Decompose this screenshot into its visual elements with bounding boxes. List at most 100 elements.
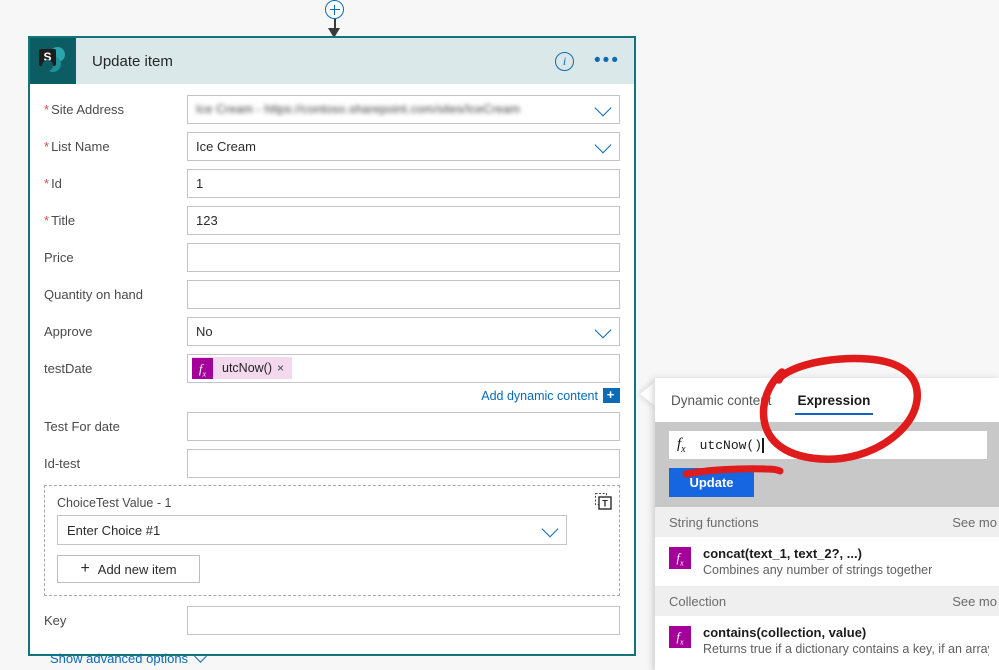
function-item-concat[interactable]: fx concat(text_1, text_2?, ...) Combines… xyxy=(655,537,999,586)
panel-tabs: Dynamic content Expression xyxy=(655,378,999,422)
expression-token[interactable]: fx utcNow() × xyxy=(192,357,293,379)
see-more-link[interactable]: See mo xyxy=(952,594,999,609)
text-mode-icon[interactable]: T xyxy=(595,493,612,510)
add-dynamic-content-row: Add dynamic content + xyxy=(44,388,620,403)
approve-value: No xyxy=(196,323,213,339)
required-marker: * xyxy=(44,212,50,228)
update-item-action-card: S Update item i ••• * Site Address Ice Cr… xyxy=(28,36,636,666)
update-button[interactable]: Update xyxy=(669,468,754,497)
test-for-date-input[interactable] xyxy=(187,411,620,441)
chevron-down-icon[interactable] xyxy=(594,99,612,117)
see-more-link[interactable]: See mo xyxy=(952,515,999,530)
add-new-item-button[interactable]: + Add new item xyxy=(57,555,200,583)
function-description: Combines any number of strings together xyxy=(703,563,933,577)
field-label-site-address: * Site Address xyxy=(44,101,125,117)
function-description: Returns true if a dictionary contains a … xyxy=(703,642,989,656)
site-address-dropdown[interactable]: Ice Cream - https://contoso.sharepoint.c… xyxy=(187,94,620,124)
field-row-testdate: testDate fx utcNow() × xyxy=(44,353,620,383)
section-title: String functions xyxy=(669,514,759,530)
field-row-test-for-date: Test For date xyxy=(44,411,620,441)
field-label-key: Key xyxy=(44,612,67,628)
logo-circle-small xyxy=(42,60,53,71)
fx-icon: fx xyxy=(677,435,686,455)
tab-dynamic-content[interactable]: Dynamic content xyxy=(671,378,772,422)
choicetest-select[interactable]: Enter Choice #1 xyxy=(57,515,567,545)
add-dynamic-content-link[interactable]: Add dynamic content xyxy=(481,389,598,403)
chevron-down-icon[interactable] xyxy=(541,520,559,538)
card-title: Update item xyxy=(92,52,173,70)
fx-icon: fx xyxy=(669,547,691,569)
card-body: * Site Address Ice Cream - https://contos… xyxy=(30,84,634,666)
field-row-price: Price xyxy=(44,242,620,272)
function-item-contains[interactable]: fx contains(collection, value) Returns t… xyxy=(655,616,999,665)
function-signature: contains(collection, value) xyxy=(703,625,867,640)
field-label-price: Price xyxy=(44,249,74,265)
panel-pointer xyxy=(640,381,656,407)
add-dynamic-content-plus-icon[interactable]: + xyxy=(603,388,620,403)
function-text: concat(text_1, text_2?, ...) Combines an… xyxy=(703,546,932,577)
sharepoint-logo-icon: S xyxy=(30,38,76,84)
site-address-value: Ice Cream - https://contoso.sharepoint.c… xyxy=(196,102,521,116)
field-row-key: Key xyxy=(44,605,620,635)
expression-value: utcNow() xyxy=(699,437,763,453)
show-advanced-options-row[interactable]: Show advanced options xyxy=(50,650,620,666)
field-row-id: * Id 1 xyxy=(44,168,620,198)
field-label-title: * Title xyxy=(44,212,76,228)
title-input[interactable]: 123 xyxy=(187,205,620,235)
field-label-list-name: * List Name xyxy=(44,138,110,154)
approve-dropdown[interactable]: No xyxy=(187,316,620,346)
price-input[interactable] xyxy=(187,242,620,272)
remove-token-icon[interactable]: × xyxy=(277,361,292,375)
more-options-icon[interactable]: ••• xyxy=(594,51,620,70)
field-row-site-address: * Site Address Ice Cream - https://contos… xyxy=(44,94,620,124)
flow-designer-canvas: S Update item i ••• * Site Address Ice Cr… xyxy=(0,0,999,670)
field-label-quantity-on-hand: Quantity on hand xyxy=(44,286,144,302)
card-header-actions: i ••• xyxy=(555,38,620,84)
section-header-collection: Collection See mo xyxy=(655,586,999,616)
function-signature: concat(text_1, text_2?, ...) xyxy=(703,546,862,561)
fx-icon: fx xyxy=(192,357,213,379)
dynamic-content-panel: Dynamic content Expression fx utcNow() U… xyxy=(655,378,999,670)
field-label-testdate: testDate xyxy=(44,360,93,376)
quantity-on-hand-input[interactable] xyxy=(187,279,620,309)
key-input[interactable] xyxy=(187,605,620,635)
field-label-test-for-date: Test For date xyxy=(44,418,120,434)
show-advanced-options-link[interactable]: Show advanced options xyxy=(50,651,188,666)
token-label: utcNow() xyxy=(222,361,273,375)
title-value: 123 xyxy=(196,212,218,228)
add-new-item-label: Add new item xyxy=(97,561,177,577)
field-row-quantity-on-hand: Quantity on hand xyxy=(44,279,620,309)
choicetest-group: T ChoiceTest Value - 1 Enter Choice #1 +… xyxy=(44,485,620,596)
required-marker: * xyxy=(44,175,50,191)
field-row-approve: Approve No xyxy=(44,316,620,346)
field-row-id-test: Id-test xyxy=(44,448,620,478)
field-label-id-test: Id-test xyxy=(44,455,81,471)
tab-expression[interactable]: Expression xyxy=(794,378,874,422)
card-header: S Update item i ••• xyxy=(30,38,634,84)
id-test-input[interactable] xyxy=(187,448,620,478)
expression-editor-area: fx utcNow() Update xyxy=(655,422,999,507)
field-label-approve: Approve xyxy=(44,323,93,339)
required-marker: * xyxy=(44,138,50,154)
expression-input[interactable]: fx utcNow() xyxy=(669,431,987,459)
section-title: Collection xyxy=(669,593,727,609)
fx-icon: fx xyxy=(669,626,691,648)
plus-icon: + xyxy=(80,560,90,577)
testdate-input[interactable]: fx utcNow() × xyxy=(187,353,620,383)
chevron-down-icon[interactable] xyxy=(594,136,612,154)
field-row-list-name: * List Name Ice Cream xyxy=(44,131,620,161)
field-label-id: * Id xyxy=(44,175,62,191)
chevron-down-icon[interactable] xyxy=(594,321,612,339)
choicetest-group-title: ChoiceTest Value - 1 xyxy=(57,496,172,510)
choicetest-value: Enter Choice #1 xyxy=(67,522,161,538)
id-input[interactable]: 1 xyxy=(187,168,620,198)
list-name-dropdown[interactable]: Ice Cream xyxy=(187,131,620,161)
id-value: 1 xyxy=(196,175,204,191)
chevron-down-icon[interactable] xyxy=(194,650,207,663)
list-name-value: Ice Cream xyxy=(196,138,256,154)
text-caret xyxy=(762,437,764,453)
insert-step-plus-icon[interactable] xyxy=(325,0,344,19)
function-text: contains(collection, value) Returns true… xyxy=(703,625,989,656)
info-icon[interactable]: i xyxy=(555,51,575,71)
svg-text:T: T xyxy=(602,499,608,509)
